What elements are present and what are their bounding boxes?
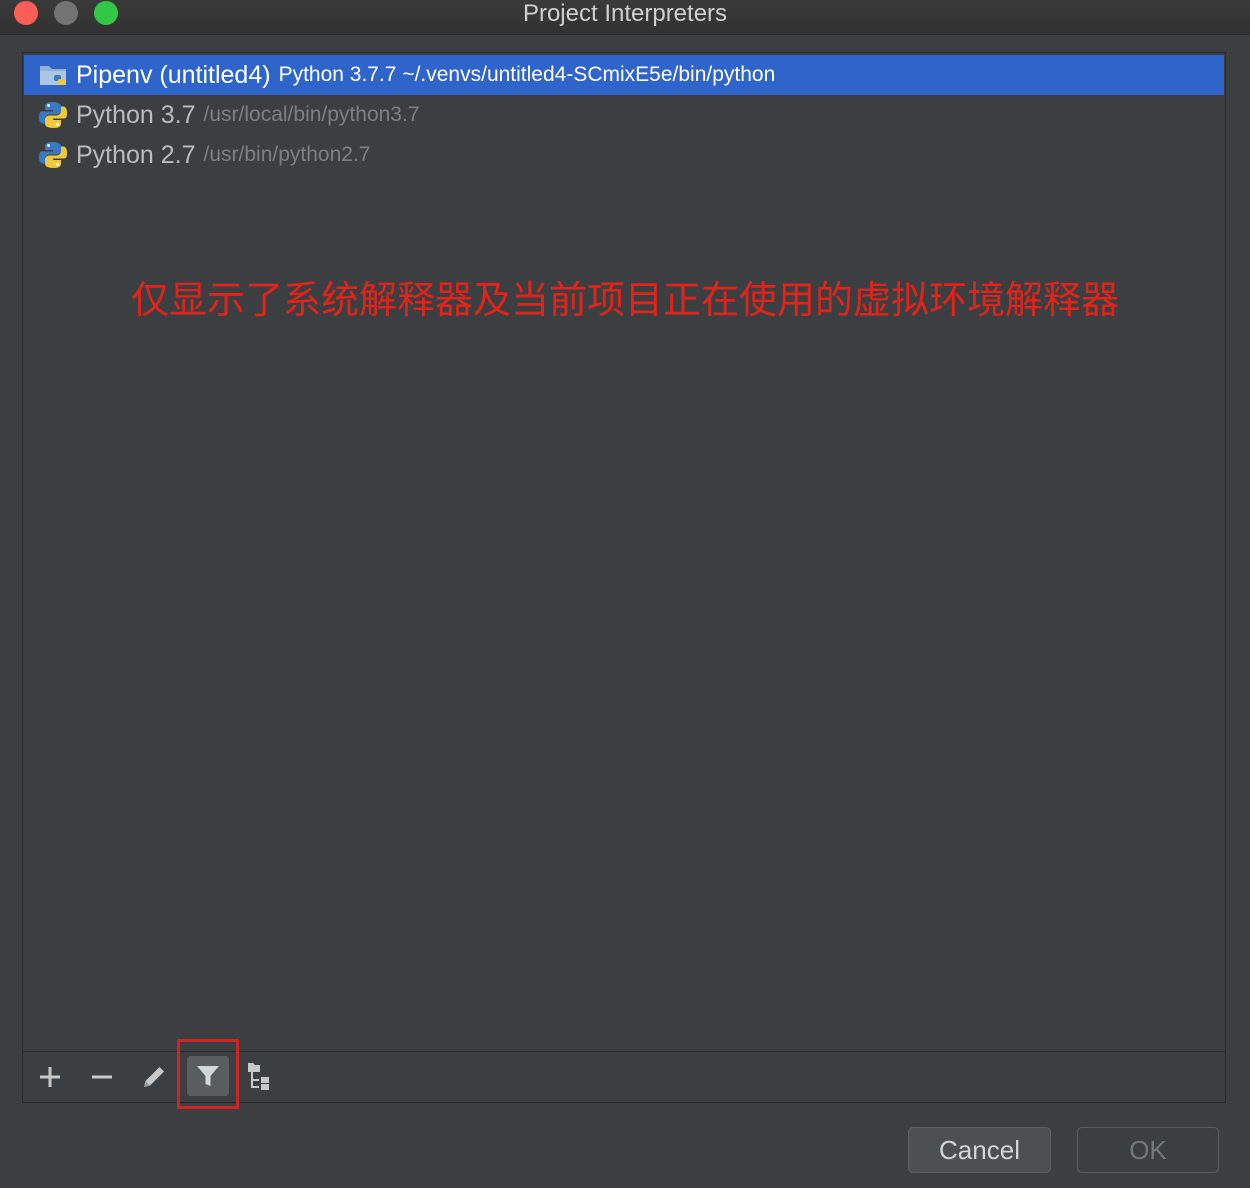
python-icon — [39, 142, 67, 168]
interpreter-row-python27[interactable]: Python 2.7 /usr/bin/python2.7 — [24, 135, 1224, 175]
interpreter-list[interactable]: Pipenv (untitled4) Python 3.7.7 ~/.venvs… — [23, 53, 1225, 1051]
add-interpreter-button[interactable] — [31, 1058, 69, 1096]
ok-button[interactable]: OK — [1077, 1127, 1219, 1173]
interpreter-list-panel: Pipenv (untitled4) Python 3.7.7 ~/.venvs… — [22, 52, 1226, 1109]
title-bar: Project Interpreters — [0, 0, 1250, 35]
python-icon — [39, 102, 67, 128]
minus-icon — [92, 1075, 112, 1079]
interpreter-path: Python 3.7.7 ~/.venvs/untitled4-SCmixE5e… — [278, 63, 776, 86]
cancel-button[interactable]: Cancel — [908, 1127, 1051, 1173]
interpreter-name: Pipenv (untitled4) — [76, 60, 271, 89]
window-title: Project Interpreters — [522, 0, 728, 27]
pencil-icon — [144, 1067, 164, 1087]
interpreter-row-pipenv[interactable]: Pipenv (untitled4) Python 3.7.7 ~/.venvs… — [24, 55, 1224, 95]
show-interpreter-paths-button[interactable] — [243, 1058, 281, 1096]
pipenv-folder-icon — [40, 66, 66, 85]
plus-icon — [40, 1067, 60, 1087]
edit-interpreter-button[interactable] — [135, 1058, 173, 1096]
tree-icon — [248, 1063, 269, 1090]
interpreter-path: /usr/bin/python2.7 — [203, 143, 371, 166]
remove-interpreter-button[interactable] — [83, 1058, 121, 1096]
interpreter-row-python37[interactable]: Python 3.7 /usr/local/bin/python3.7 — [24, 95, 1224, 135]
interpreter-toolbar — [23, 1039, 1225, 1109]
annotation-text: 仅显示了系统解释器及当前项目正在使用的虚拟环境解释器 — [131, 278, 1120, 322]
interpreter-path: /usr/local/bin/python3.7 — [203, 103, 420, 126]
filter-highlight-box — [177, 1039, 239, 1109]
interpreter-name: Python 3.7 — [76, 100, 196, 129]
interpreter-name: Python 2.7 — [76, 140, 196, 169]
